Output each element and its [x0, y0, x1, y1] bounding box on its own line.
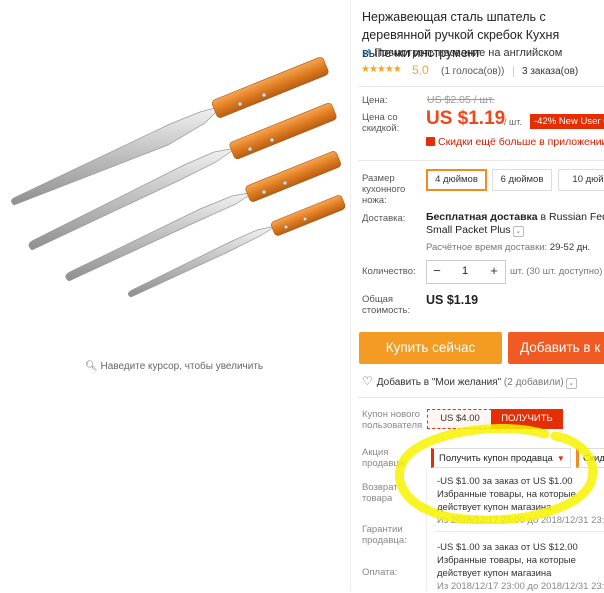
shipping-label: Доставка: — [362, 213, 406, 224]
spatula-4 — [127, 195, 346, 298]
zoom-hint-text: Наведите курсор, чтобы увеличить — [100, 361, 264, 372]
app-discount-text: Скидки ещё больше в приложении — [438, 136, 604, 148]
coupon-item[interactable]: -US $1.00 за заказ от US $12.00 Избранны… — [437, 541, 604, 593]
size-label: Размер кухонного ножа: — [362, 173, 406, 206]
app-discount-link[interactable]: Скидки ещё больше в приложении — [426, 136, 604, 148]
coupon-validity: Из 2018/12/17 23:00 до 2018/12/31 23:59 — [437, 581, 604, 592]
zoom-hint: 🔍︎ Наведите курсор, чтобы увеличить — [85, 361, 263, 372]
rating-value: 5.0 — [412, 63, 429, 77]
get-coupon-button[interactable]: ПОЛУЧИТЬ — [491, 409, 563, 429]
shipping-destination: в Russian Federa — [540, 211, 604, 223]
size-option-6[interactable]: 6 дюймов — [492, 169, 552, 191]
coupon-amount: -US $1.00 за заказ от US $1.00 — [437, 476, 573, 487]
coupon-amount: -US $1.00 за заказ от US $12.00 — [437, 542, 578, 553]
price-label: Цена: — [362, 95, 388, 106]
chevron-down-icon[interactable]: ⌄ — [565, 378, 577, 389]
quantity-increase-button[interactable]: + — [486, 260, 502, 282]
divider-wishlist — [358, 397, 604, 398]
coupon-scope: Избранные товары, на которые — [437, 489, 576, 500]
translate-icon: ⇄ — [362, 47, 372, 59]
quantity-available: шт. (30 шт. доступно) — [510, 266, 603, 277]
seller-coupon-dropdown[interactable]: Получить купон продавца ▼ — [431, 448, 571, 468]
seller-coupon-panel: -US $1.00 за заказ от US $1.00 Избранные… — [426, 469, 604, 593]
quantity-decrease-button[interactable]: − — [429, 260, 445, 282]
divider-rating — [358, 86, 604, 87]
shipping-carrier-text: Small Packet Plus — [426, 224, 511, 236]
coupon-divider — [435, 531, 604, 532]
delivery-time-value: 29-52 дн. — [547, 242, 591, 253]
product-image[interactable] — [0, 0, 360, 591]
new-user-coupon-label: Купон нового пользователя — [362, 409, 423, 431]
heart-icon: ♡ — [362, 374, 373, 388]
shipping-carrier[interactable]: Small Packet Plus ⌄ — [426, 224, 524, 237]
seller-coupon-text: Получить купон продавца — [439, 453, 553, 464]
coupon-scope-2: действует купон магазина — [437, 568, 552, 579]
tag-icon — [426, 137, 435, 146]
total-label: Общая стоимость: — [362, 294, 411, 316]
add-to-cart-button[interactable]: Добавить в к — [508, 332, 604, 364]
translate-link[interactable]: ⇄ Посмотреть название на английском — [362, 46, 562, 59]
magnifier-icon: 🔍︎ — [85, 361, 98, 372]
wishlist-count: (2 добавили) — [503, 377, 564, 388]
orders-count: 3 заказа(ов) — [522, 66, 579, 77]
seller-promo-label: Акция продавца: — [362, 447, 407, 469]
total-value: US $1.19 — [426, 293, 479, 307]
rating-votes[interactable]: (1 голоса(ов)) — [441, 66, 504, 77]
old-price: US $2.05 / шт. — [427, 94, 495, 106]
payment-label: Оплата: — [362, 567, 398, 578]
coupon-scope-2: действует купон магазина — [437, 502, 552, 513]
quantity-label: Количество: — [362, 266, 416, 277]
rating-separator — [513, 66, 514, 77]
wishlist-link[interactable]: ♡ Добавить в "Мои желания" (2 добавили) ⌄ — [362, 374, 577, 389]
chevron-down-icon: ⌄ — [512, 226, 524, 237]
new-user-badge: -42% New User G — [530, 114, 604, 129]
delivery-time: Расчётное время доставки: 29-52 дн. — [426, 242, 590, 253]
size-option-4[interactable]: 4 дюймов — [426, 169, 487, 191]
return-label: Возврат товара — [362, 482, 398, 504]
guarantee-label: Гарантии продавца: — [362, 524, 407, 546]
coupon-item[interactable]: -US $1.00 за заказ от US $1.00 Избранные… — [437, 475, 604, 527]
image-divider — [350, 0, 351, 591]
discount-tab[interactable]: Скид — [576, 448, 604, 468]
divider-price — [358, 160, 604, 161]
rating-stars: ★★★★★ — [361, 64, 402, 75]
size-option-10[interactable]: 10 дюй — [558, 169, 604, 191]
discount-price-label: Цена со скидкой: — [362, 112, 400, 134]
caret-down-icon: ▼ — [556, 454, 565, 463]
new-user-coupon-value: US $4.00 — [427, 409, 492, 429]
wishlist-text: Добавить в "Мои желания" — [376, 377, 502, 388]
delivery-time-label: Расчётное время доставки: — [426, 242, 548, 253]
buy-now-button[interactable]: Купить сейчас — [359, 332, 502, 364]
translate-link-text: Посмотреть название на английском — [374, 47, 563, 59]
price-per-unit: / шт. — [504, 117, 522, 127]
quantity-input[interactable]: 1 — [448, 260, 482, 282]
coupon-scope: Избранные товары, на которые — [437, 555, 576, 566]
free-shipping-text: Бесплатная доставка — [426, 211, 538, 223]
discount-price: US $1.19 — [426, 108, 506, 129]
shipping-method[interactable]: Бесплатная доставка в Russian Federa — [426, 211, 604, 223]
coupon-validity: Из 2018/12/17 23:00 до 2018/12/31 23:59 — [437, 515, 604, 526]
